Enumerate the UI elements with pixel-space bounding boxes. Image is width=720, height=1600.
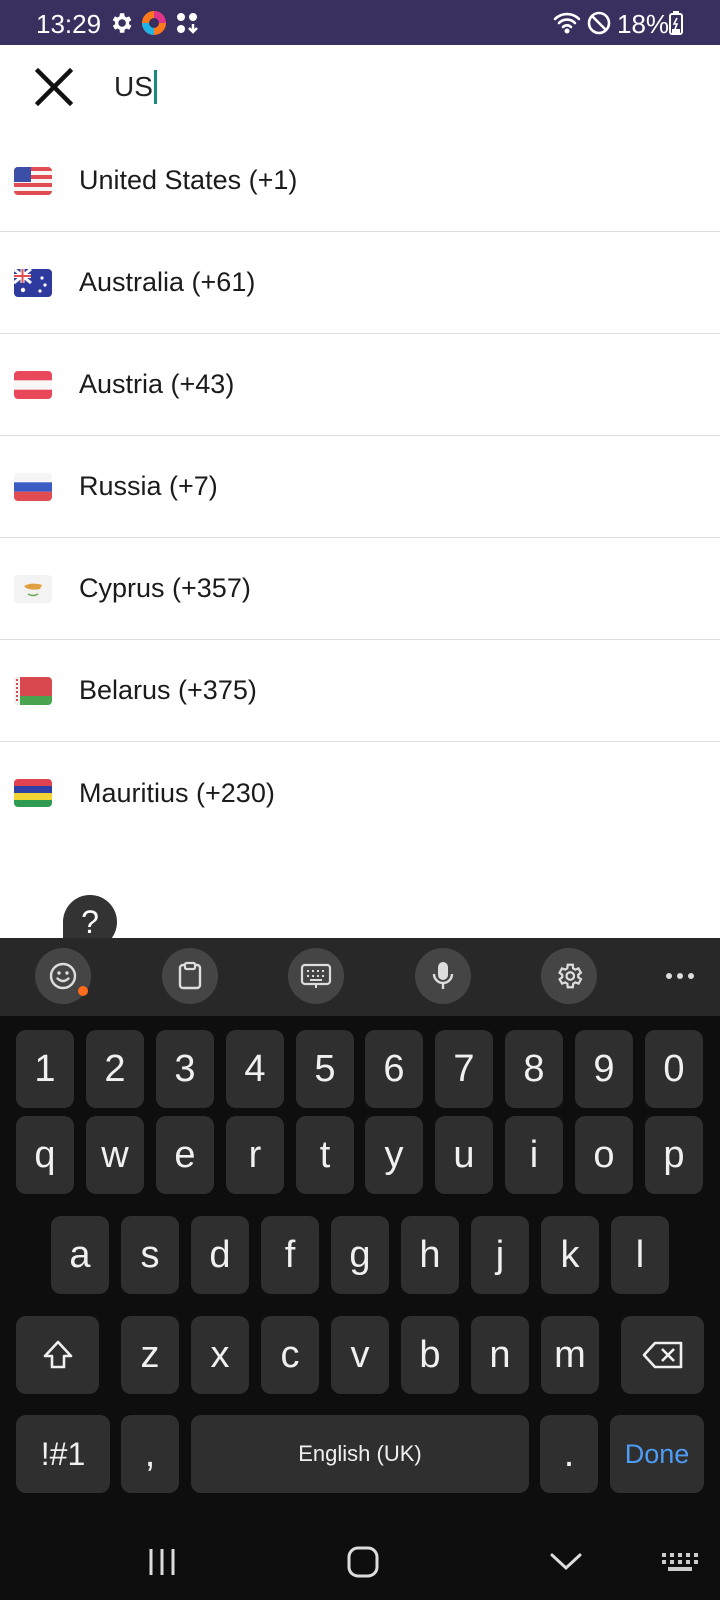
list-item[interactable]: Russia (+7) bbox=[0, 436, 720, 538]
country-label: Austria (+43) bbox=[79, 369, 235, 399]
space-key[interactable]: English (UK) bbox=[191, 1415, 529, 1493]
search-input[interactable]: US bbox=[114, 67, 157, 107]
search-bar: US bbox=[0, 45, 720, 133]
clipboard-icon[interactable] bbox=[162, 948, 218, 1004]
key-2[interactable]: 2 bbox=[86, 1030, 144, 1108]
browser-icon bbox=[141, 10, 167, 36]
key-h[interactable]: h bbox=[401, 1216, 459, 1294]
country-list: United States (+1) Australia (+61) Austr… bbox=[0, 130, 720, 844]
key-y[interactable]: y bbox=[365, 1116, 423, 1194]
comma-key[interactable]: , bbox=[121, 1415, 179, 1493]
key-o[interactable]: o bbox=[575, 1116, 633, 1194]
key-a[interactable]: a bbox=[51, 1216, 109, 1294]
key-t[interactable]: t bbox=[296, 1116, 354, 1194]
key-p[interactable]: p bbox=[645, 1116, 703, 1194]
status-time: 13:29 bbox=[36, 9, 102, 39]
country-label: United States (+1) bbox=[79, 165, 298, 195]
key-5[interactable]: 5 bbox=[296, 1030, 354, 1108]
keyboard-icon[interactable] bbox=[288, 948, 344, 1004]
keyboard-toolbar bbox=[0, 938, 720, 1016]
help-label: ? bbox=[81, 903, 99, 940]
key-g[interactable]: g bbox=[331, 1216, 389, 1294]
key-6[interactable]: 6 bbox=[365, 1030, 423, 1108]
key-u[interactable]: u bbox=[435, 1116, 493, 1194]
key-v[interactable]: v bbox=[331, 1316, 389, 1394]
list-item[interactable]: Cyprus (+357) bbox=[0, 538, 720, 640]
microphone-icon[interactable] bbox=[415, 948, 471, 1004]
recents-icon[interactable] bbox=[140, 1542, 184, 1582]
done-key[interactable]: Done bbox=[610, 1415, 704, 1493]
key-i[interactable]: i bbox=[505, 1116, 563, 1194]
key-q[interactable]: q bbox=[16, 1116, 74, 1194]
key-l[interactable]: l bbox=[611, 1216, 669, 1294]
austria-flag-icon bbox=[14, 370, 52, 399]
wifi-icon bbox=[553, 10, 581, 36]
settings-icon[interactable] bbox=[541, 948, 597, 1004]
list-item[interactable]: Mauritius (+230) bbox=[0, 742, 720, 844]
text-caret bbox=[153, 70, 157, 104]
keyboard: 1 2 3 4 5 6 7 8 9 0 q w e r t y u i o p … bbox=[0, 938, 720, 1524]
gear-icon bbox=[108, 10, 134, 36]
symbols-key[interactable]: !#1 bbox=[16, 1415, 110, 1493]
do-not-disturb-icon bbox=[586, 10, 612, 36]
home-icon[interactable] bbox=[341, 1542, 385, 1582]
shift-key[interactable] bbox=[16, 1316, 99, 1394]
key-e[interactable]: e bbox=[156, 1116, 214, 1194]
us-flag-icon bbox=[14, 166, 52, 195]
key-8[interactable]: 8 bbox=[505, 1030, 563, 1108]
belarus-flag-icon bbox=[14, 676, 52, 705]
status-bar: 13:29 18% bbox=[0, 0, 720, 45]
key-7[interactable]: 7 bbox=[435, 1030, 493, 1108]
key-0[interactable]: 0 bbox=[645, 1030, 703, 1108]
key-k[interactable]: k bbox=[541, 1216, 599, 1294]
search-input-value: US bbox=[114, 71, 153, 102]
australia-flag-icon bbox=[14, 268, 52, 297]
key-3[interactable]: 3 bbox=[156, 1030, 214, 1108]
back-icon[interactable] bbox=[544, 1542, 588, 1582]
key-1[interactable]: 1 bbox=[16, 1030, 74, 1108]
key-x[interactable]: x bbox=[191, 1316, 249, 1394]
country-label: Belarus (+375) bbox=[79, 675, 257, 705]
key-b[interactable]: b bbox=[401, 1316, 459, 1394]
key-d[interactable]: d bbox=[191, 1216, 249, 1294]
country-label: Russia (+7) bbox=[79, 471, 218, 501]
close-icon[interactable] bbox=[28, 61, 80, 113]
period-key[interactable]: . bbox=[540, 1415, 598, 1493]
list-item[interactable]: Belarus (+375) bbox=[0, 640, 720, 742]
key-r[interactable]: r bbox=[226, 1116, 284, 1194]
key-j[interactable]: j bbox=[471, 1216, 529, 1294]
list-item[interactable]: Austria (+43) bbox=[0, 334, 720, 436]
list-item[interactable]: Australia (+61) bbox=[0, 232, 720, 334]
more-icon[interactable] bbox=[652, 948, 708, 1004]
battery-percent: 18% bbox=[617, 9, 670, 39]
key-m[interactable]: m bbox=[541, 1316, 599, 1394]
battery-icon bbox=[668, 10, 684, 36]
country-label: Mauritius (+230) bbox=[79, 777, 275, 808]
key-w[interactable]: w bbox=[86, 1116, 144, 1194]
russia-flag-icon bbox=[14, 472, 52, 501]
key-n[interactable]: n bbox=[471, 1316, 529, 1394]
key-9[interactable]: 9 bbox=[575, 1030, 633, 1108]
key-f[interactable]: f bbox=[261, 1216, 319, 1294]
mauritius-flag-icon bbox=[14, 779, 52, 807]
country-label: Australia (+61) bbox=[79, 267, 256, 297]
cyprus-flag-icon bbox=[14, 574, 52, 603]
key-z[interactable]: z bbox=[121, 1316, 179, 1394]
key-s[interactable]: s bbox=[121, 1216, 179, 1294]
keyboard-switch-icon[interactable] bbox=[658, 1542, 702, 1582]
apps-icon bbox=[174, 10, 200, 36]
key-c[interactable]: c bbox=[261, 1316, 319, 1394]
country-label: Cyprus (+357) bbox=[79, 573, 251, 603]
notification-dot bbox=[78, 986, 88, 996]
key-4[interactable]: 4 bbox=[226, 1030, 284, 1108]
list-item[interactable]: United States (+1) bbox=[0, 130, 720, 232]
backspace-key[interactable] bbox=[621, 1316, 704, 1394]
navigation-bar bbox=[0, 1524, 720, 1600]
